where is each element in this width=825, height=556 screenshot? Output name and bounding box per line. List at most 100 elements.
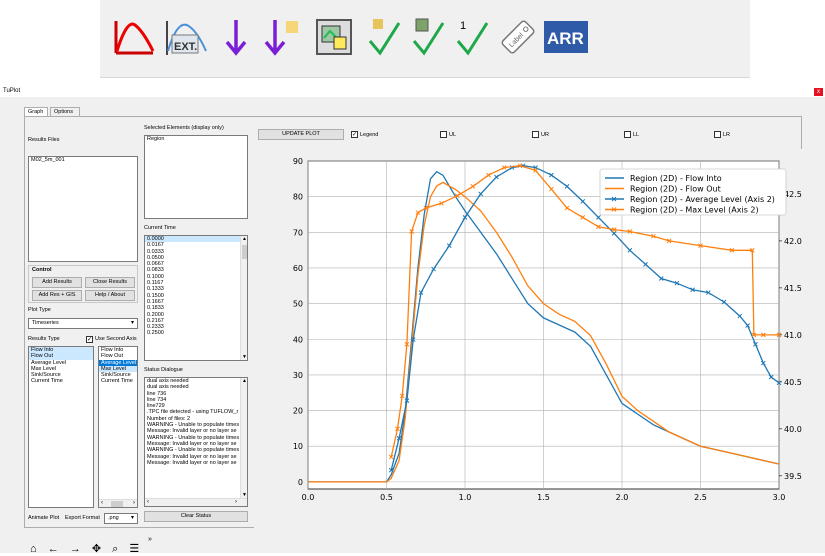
use-second-axis-label: Use Second Axis (95, 336, 137, 342)
legend-label: Region (2D) - Max Level (Axis 2) (630, 206, 759, 215)
selected-elements-label: Selected Elements (display only) (144, 125, 224, 131)
help-about-button[interactable]: Help / About (85, 290, 135, 301)
scroll-right-icon[interactable]: › (235, 499, 237, 505)
map-add-icon[interactable] (312, 14, 356, 60)
status-dialogue-label: Status Dialogue (144, 367, 183, 373)
y-tick-label: 70 (293, 228, 303, 237)
ul-checkbox[interactable] (440, 131, 447, 138)
add-res-gis-button[interactable]: Add Res + GIS (32, 290, 82, 301)
timeseries-chart[interactable]: 0.0 0.5 1.0 1.5 2.0 2.5 3.0 0 10 20 30 40 50 60 70 80 90… (254, 149, 802, 529)
chart-area: 0.0 0.5 1.0 1.5 2.0 2.5 3.0 0 10 20 30 40 50 60 70 80 90… (254, 149, 802, 529)
control-group: Control Add Results Close Results Add Re… (28, 265, 138, 303)
forward-arrow-icon[interactable]: → (70, 543, 83, 555)
plot-type-label: Plot Type (28, 307, 51, 313)
y-tick-label: 90 (293, 157, 303, 166)
tab-options-label: Options (54, 109, 73, 115)
y-tick-label: 60 (293, 264, 303, 273)
y2-tick-label: 42.0 (784, 237, 802, 246)
results-files-label: Results Files (28, 137, 60, 143)
ur-label: UR (541, 132, 549, 138)
legend-label: Legend (360, 132, 379, 138)
list-item[interactable]: 0.2500 (145, 330, 247, 336)
scroll-up-icon[interactable]: ▲ (242, 236, 247, 242)
more-icon[interactable]: » (148, 536, 152, 543)
arrow-down-new-icon[interactable] (260, 14, 304, 60)
current-time-label: Current Time (144, 225, 176, 231)
add-results-button[interactable]: Add Results (32, 277, 82, 288)
animate-plot-label[interactable]: Animate Plot (28, 515, 59, 521)
ll-checkbox[interactable] (624, 131, 631, 138)
close-button[interactable]: x (814, 88, 823, 96)
y2-tick-label: 41.5 (784, 284, 802, 293)
pan-icon[interactable]: ✥ (92, 543, 103, 555)
y2-tick-label: 41.0 (784, 331, 802, 340)
legend-label: Region (2D) - Flow Into (630, 174, 722, 183)
status-line: Message: Invalid layer or no layer se (147, 428, 237, 435)
y2-tick-label: 40.0 (784, 425, 802, 434)
close-results-button[interactable]: Close Results (85, 277, 135, 288)
export-format-combo[interactable]: .png ▾ (104, 513, 138, 524)
update-plot-button[interactable]: UPDATE PLOT (258, 129, 344, 140)
results-type-list[interactable]: Flow Into Flow Out Average Level Max Lev… (28, 346, 94, 508)
legend-label: Region (2D) - Flow Out (630, 185, 721, 194)
plot-type-value: Timeseries (32, 320, 59, 326)
y-tick-label: 30 (293, 371, 303, 380)
arr-icon[interactable]: ARR (544, 14, 588, 60)
y-tick-label: 50 (293, 300, 303, 309)
arrow-down-icon[interactable] (214, 14, 258, 60)
tuplot-window: TuPlot x Graph Options Results Files M02… (0, 87, 825, 555)
clear-status-button[interactable]: Clear Status (144, 511, 248, 522)
plot-type-combo[interactable]: Timeseries ▾ (28, 318, 138, 329)
lr-checkbox[interactable] (714, 131, 721, 138)
current-time-list[interactable]: 0.0000 0.0167 0.0333 0.0500 0.0667 0.0833 0.10… (144, 235, 248, 361)
selected-elements-list: Region (144, 135, 248, 219)
check-layer-icon[interactable] (406, 14, 450, 60)
scroll-thumb[interactable] (111, 501, 123, 507)
list-item[interactable]: Average Level (99, 359, 137, 366)
x-tick-label: 0.5 (380, 493, 393, 502)
label-tag-icon[interactable]: Label (496, 14, 540, 60)
scroll-left-icon[interactable]: ‹ (101, 500, 103, 506)
zoom-icon[interactable]: ⌕ (112, 543, 120, 555)
x-tick-label: 1.5 (537, 493, 550, 502)
ext-icon[interactable]: EXT. (164, 14, 208, 60)
horizontal-scrollbar[interactable]: ‹ › (145, 498, 247, 506)
status-dialogue-box[interactable]: dual axis needed dual axis needed line 736… (144, 377, 248, 507)
ul-label: UL (449, 132, 457, 138)
ext-icon-text: EXT. (174, 41, 197, 53)
vertical-scrollbar[interactable]: ▲ ▼ (240, 236, 247, 360)
scroll-thumb[interactable] (242, 245, 247, 259)
back-arrow-icon[interactable]: ← (48, 543, 61, 555)
home-icon[interactable]: ⌂ (30, 543, 39, 555)
check-folder-icon[interactable] (362, 14, 406, 60)
y-tick-label: 0 (298, 478, 303, 487)
y2-tick-label: 39.5 (784, 472, 802, 481)
scroll-up-icon[interactable]: ▲ (242, 378, 247, 384)
check-one-icon[interactable]: 1 (450, 14, 494, 60)
configure-subplots-icon[interactable]: ☰ (129, 543, 141, 555)
vertical-scrollbar[interactable]: ▲ ▼ (240, 378, 247, 498)
y-tick-label: 20 (293, 407, 303, 416)
legend-checkbox[interactable]: ✓ (351, 131, 358, 138)
export-format-label: Export Format (65, 515, 100, 521)
list-item[interactable]: M02_5m_001 (29, 157, 137, 163)
status-line: Message: Invalid layer or no layer se (147, 459, 237, 466)
hydrograph-red-icon[interactable] (112, 14, 156, 60)
list-item[interactable]: Current Time (29, 378, 93, 384)
horizontal-scrollbar[interactable]: ‹ › (99, 499, 137, 507)
scroll-down-icon[interactable]: ▼ (242, 354, 247, 360)
legend-label: Region (2D) - Average Level (Axis 2) (630, 195, 775, 204)
x-tick-label: 0.0 (302, 493, 315, 502)
scroll-left-icon[interactable]: ‹ (147, 499, 149, 505)
tab-graph-label: Graph (28, 109, 44, 115)
arr-icon-text: ARR (547, 29, 584, 48)
results-files-list[interactable]: M02_5m_001 (28, 156, 138, 262)
list-item[interactable]: Current Time (99, 378, 137, 384)
check-one-icon-text: 1 (460, 20, 466, 32)
scroll-right-icon[interactable]: › (133, 500, 135, 506)
use-second-axis-checkbox[interactable]: ✓ (86, 336, 93, 343)
export-format-value: .png (108, 515, 119, 521)
y-tick-label: 10 (293, 442, 303, 451)
ur-checkbox[interactable] (532, 131, 539, 138)
secondary-axis-list[interactable]: Flow Into Flow Out Average Level Max Lev… (98, 346, 138, 508)
